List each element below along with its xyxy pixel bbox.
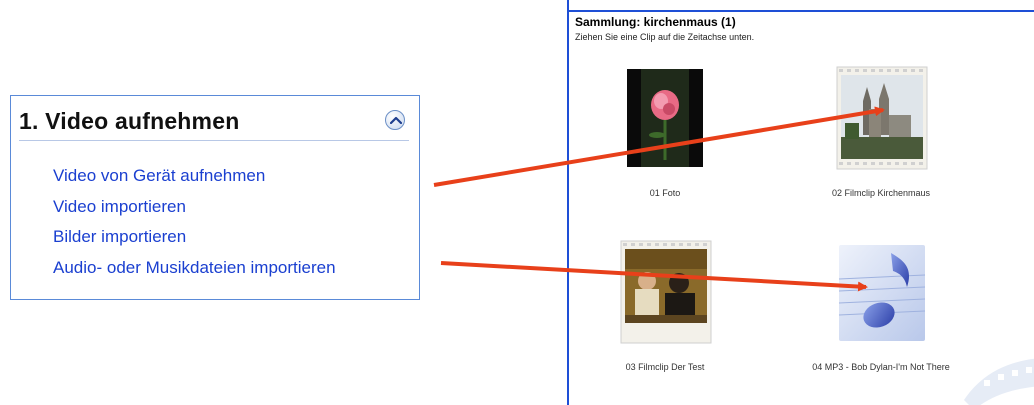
photo-thumbnail-icon bbox=[627, 69, 703, 167]
video-thumbnail-icon bbox=[620, 240, 712, 344]
link-video-von-geraet-aufnehmen[interactable]: Video von Gerät aufnehmen bbox=[53, 161, 336, 192]
collapse-chevron-up-icon[interactable] bbox=[385, 110, 405, 130]
clip-caption: 03 Filmclip Der Test bbox=[625, 362, 705, 372]
task-panel-video-aufnehmen: 1. Video aufnehmen Video von Gerät aufne… bbox=[10, 95, 420, 300]
link-bilder-importieren[interactable]: Bilder importieren bbox=[53, 222, 336, 253]
clip-caption: 01 Foto bbox=[649, 188, 681, 198]
collection-top-border bbox=[569, 10, 1034, 12]
collection-title: Sammlung: kirchenmaus (1) bbox=[575, 15, 736, 29]
task-panel-title: 1. Video aufnehmen bbox=[19, 108, 240, 134]
clip-caption: 04 MP3 - Bob Dylan-I'm Not There bbox=[812, 362, 950, 372]
music-note-icon bbox=[838, 245, 926, 341]
collection-pane: Sammlung: kirchenmaus (1) Ziehen Sie ein… bbox=[567, 0, 1034, 405]
link-video-importieren[interactable]: Video importieren bbox=[53, 192, 336, 223]
task-link-list: Video von Gerät aufnehmen Video importie… bbox=[53, 161, 336, 283]
clip-caption: 02 Filmclip Kirchenmaus bbox=[831, 188, 931, 198]
collection-hint: Ziehen Sie eine Clip auf die Zeitachse u… bbox=[575, 32, 755, 42]
film-strip-watermark-icon bbox=[964, 358, 1034, 405]
link-audio-musik-importieren[interactable]: Audio- oder Musikdateien importieren bbox=[53, 253, 336, 284]
task-panel-divider bbox=[19, 140, 409, 141]
video-thumbnail-icon bbox=[836, 66, 928, 170]
